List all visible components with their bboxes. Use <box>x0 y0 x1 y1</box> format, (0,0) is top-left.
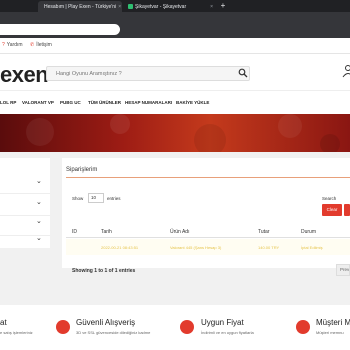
help-link[interactable]: ? Yardım <box>2 42 23 48</box>
close-icon[interactable]: × <box>210 4 213 10</box>
chevron-down-icon: ⌄ <box>36 218 42 225</box>
site-logo[interactable]: exen <box>0 62 49 88</box>
phone-icon: ✆ <box>30 42 35 48</box>
sidebar-item[interactable] <box>0 194 50 216</box>
close-icon[interactable]: × <box>118 4 121 10</box>
feature-desc: Müşteri memnu <box>316 330 344 335</box>
top-bar <box>0 38 350 54</box>
header-divider <box>66 237 350 238</box>
new-tab-button[interactable]: + <box>218 1 228 11</box>
search-icon[interactable] <box>238 68 248 78</box>
feature-title: Uygun Fiyat <box>201 318 244 327</box>
cell-date: 2022-00-21 08:43:51 <box>101 245 139 250</box>
sidebar-item[interactable] <box>0 214 50 236</box>
feature-title: Müşteri M <box>316 318 350 327</box>
shield-icon <box>56 320 70 334</box>
cell-status: İptal Edilmiş <box>301 245 323 250</box>
feature-title: Güvenli Alışveriş <box>76 318 136 327</box>
filter-button[interactable] <box>344 204 350 216</box>
user-icon[interactable] <box>342 64 350 78</box>
column-header-status[interactable]: Durum <box>301 229 316 235</box>
price-tag-icon <box>180 320 194 334</box>
clear-button[interactable]: Clear <box>322 204 342 216</box>
divider <box>66 177 350 178</box>
column-header-product[interactable]: Ürün Adı <box>170 229 189 235</box>
column-header-id[interactable]: ID <box>72 229 77 235</box>
nav-item-top-up[interactable]: BAKİYE YÜKLE <box>176 100 209 105</box>
entries-label: entries <box>107 196 121 201</box>
column-header-date[interactable]: Tarih <box>101 229 112 235</box>
entries-select[interactable]: 10 <box>88 193 104 203</box>
table-search-label: Search <box>322 196 337 201</box>
nav-item-valorant-vp[interactable]: VALORANT VP <box>22 100 54 105</box>
nav-item-lol-rp[interactable]: LOL RP <box>0 100 16 105</box>
hero-banner <box>0 114 350 152</box>
search-input[interactable] <box>52 66 232 81</box>
tab-title: Hesabım | Play Exen - Türkiye'ni <box>44 3 117 10</box>
chevron-down-icon: ⌄ <box>36 199 42 206</box>
chevron-down-icon: ⌄ <box>36 235 42 242</box>
contact-label: İletişim <box>36 42 52 48</box>
feature-desc: İndirimli ve en uygun fiyatlarla <box>201 330 254 335</box>
contact-link[interactable]: ✆ İletişim <box>30 42 52 48</box>
browser-tab-active[interactable]: Hesabım | Play Exen - Türkiye'ni × <box>38 1 122 12</box>
help-label: Yardım <box>6 42 23 48</box>
sidebar-item[interactable] <box>0 172 50 194</box>
support-icon <box>296 320 310 334</box>
cell-product: Valorant 445 (Şans Hesap 3) <box>170 245 222 250</box>
card-title: Siparişlerim <box>66 167 98 173</box>
tab-title: Şikayetvar - Şikayetvar <box>135 3 187 10</box>
favicon-icon <box>128 4 133 9</box>
nav-item-accounts[interactable]: HESAP NUMARALARI <box>125 100 172 105</box>
feature-title: at <box>0 318 7 327</box>
cell-amount: 140.00 TRY <box>258 245 280 250</box>
question-icon: ? <box>2 42 5 48</box>
banner-pattern <box>26 114 340 152</box>
nav-item-all-products[interactable]: TÜM ÜRÜNLER <box>88 100 121 105</box>
address-bar[interactable] <box>0 24 120 35</box>
feature-desc: 3D ve SSL güvenceside dilediğiniz kadme <box>76 330 151 335</box>
chevron-down-icon: ⌄ <box>36 178 42 185</box>
browser-tab[interactable]: Şikayetvar - Şikayetvar × <box>124 1 216 12</box>
nav-item-pubg-uc[interactable]: PUBG UC <box>60 100 81 105</box>
feature-desc: e satış işlemleriniz <box>0 330 33 335</box>
column-header-amount[interactable]: Tutar <box>258 229 269 235</box>
pagination-info: Showing 1 to 1 of 1 entries <box>72 268 136 274</box>
previous-button[interactable]: Previous <box>336 264 350 276</box>
show-label: Show <box>72 196 84 201</box>
